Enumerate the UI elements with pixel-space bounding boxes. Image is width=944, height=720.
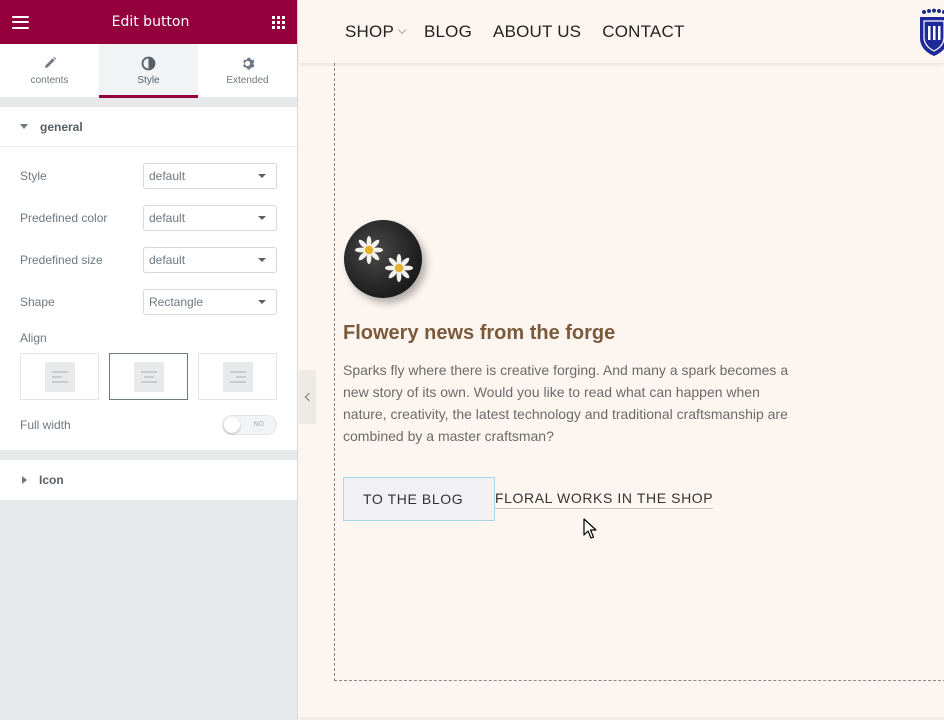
dropdown-arrow-icon bbox=[258, 216, 266, 220]
align-left-button[interactable] bbox=[20, 353, 99, 400]
section-title: Icon bbox=[39, 473, 64, 487]
tab-label: contents bbox=[30, 75, 69, 86]
align-right-button[interactable] bbox=[198, 353, 277, 400]
select-value: Rectangle bbox=[149, 295, 204, 309]
icon-section: Icon bbox=[0, 460, 297, 500]
control-style: Style default bbox=[0, 155, 297, 197]
chevron-down-icon bbox=[397, 25, 407, 34]
panel-tabs: contents Style Extended bbox=[0, 44, 297, 98]
nav-label: CONTACT bbox=[602, 21, 685, 41]
mouse-cursor-icon bbox=[583, 518, 597, 539]
site-header: SHOP BLOG ABOUT US CONTACT bbox=[299, 0, 944, 63]
align-center-icon bbox=[133, 361, 164, 392]
dropdown-arrow-icon bbox=[258, 258, 266, 262]
control-label: Style bbox=[20, 169, 47, 183]
shape-select[interactable]: Rectangle bbox=[143, 289, 277, 315]
tab-contents[interactable]: contents bbox=[0, 44, 99, 97]
align-left-icon bbox=[44, 361, 75, 392]
hamburger-menu-icon[interactable] bbox=[12, 15, 29, 29]
nav-shop[interactable]: SHOP bbox=[345, 21, 407, 42]
control-label: Shape bbox=[20, 295, 55, 309]
toggle-knob bbox=[224, 417, 240, 433]
post-title: Flowery news from the forge bbox=[343, 322, 616, 344]
align-options bbox=[0, 347, 297, 400]
nav-about-us[interactable]: ABOUT US bbox=[493, 22, 581, 42]
daisy-flowers-icon bbox=[355, 236, 413, 282]
panel-header: Edit button bbox=[0, 0, 297, 44]
tab-label: Style bbox=[137, 75, 160, 86]
general-section-toggle[interactable]: general bbox=[0, 107, 297, 147]
select-value: default bbox=[149, 253, 186, 267]
dropdown-arrow-icon bbox=[258, 174, 266, 178]
section-title: general bbox=[40, 119, 83, 134]
nav-blog[interactable]: BLOG bbox=[424, 22, 472, 42]
button-label: FLORAL WORKS IN THE SHOP bbox=[495, 490, 714, 506]
toggle-state-text: NO bbox=[253, 421, 265, 428]
control-label: Predefined size bbox=[20, 253, 103, 267]
caret-right-icon bbox=[22, 476, 27, 484]
chevron-left-icon bbox=[304, 392, 314, 402]
select-value: default bbox=[149, 169, 186, 183]
control-predefined-color: Predefined color default bbox=[0, 197, 297, 239]
nav-label: BLOG bbox=[423, 21, 473, 41]
page-preview: SHOP BLOG ABOUT US CONTACT Flowery news … bbox=[299, 0, 944, 720]
predefined-color-select[interactable]: default bbox=[143, 205, 277, 231]
panel-title: Edit button bbox=[111, 14, 190, 30]
nav-contact[interactable]: CONTACT bbox=[602, 22, 684, 42]
align-label: Align bbox=[20, 331, 47, 345]
control-shape: Shape Rectangle bbox=[0, 281, 297, 323]
nav-label: ABOUT US bbox=[493, 21, 582, 41]
full-width-toggle[interactable]: NO bbox=[222, 415, 277, 435]
collapse-panel-tab[interactable] bbox=[299, 370, 316, 424]
control-label: Predefined color bbox=[20, 211, 108, 225]
control-label: Full width bbox=[20, 418, 71, 432]
control-full-width: Full width NO bbox=[0, 400, 297, 450]
pencil-icon bbox=[43, 55, 57, 71]
editor-panel: Edit button contents Style Extended gene… bbox=[0, 0, 298, 720]
caret-down-icon bbox=[20, 124, 28, 129]
button-label: TO THE BLOG bbox=[363, 491, 464, 507]
gear-icon bbox=[240, 55, 255, 71]
align-right-icon bbox=[222, 361, 253, 392]
style-select[interactable]: default bbox=[143, 163, 277, 189]
tab-label: Extended bbox=[226, 75, 269, 86]
half-circle-icon bbox=[141, 55, 156, 71]
select-value: default bbox=[149, 211, 186, 225]
floral-works-shop-button[interactable]: FLORAL WORKS IN THE SHOP bbox=[495, 490, 714, 509]
crest-logo[interactable] bbox=[918, 8, 944, 58]
predefined-size-select[interactable]: default bbox=[143, 247, 277, 273]
to-the-blog-button[interactable]: TO THE BLOG bbox=[343, 477, 495, 521]
align-center-button[interactable] bbox=[109, 353, 188, 400]
tab-style[interactable]: Style bbox=[99, 44, 198, 98]
icon-section-toggle[interactable]: Icon bbox=[0, 460, 297, 500]
dropdown-arrow-icon bbox=[258, 300, 266, 304]
nav-label: SHOP bbox=[345, 21, 394, 41]
widgets-grid-icon[interactable] bbox=[272, 15, 285, 29]
daisy-image bbox=[344, 220, 422, 298]
post-body: Sparks fly where there is creative forgi… bbox=[343, 362, 789, 444]
tab-extended[interactable]: Extended bbox=[198, 44, 297, 97]
control-predefined-size: Predefined size default bbox=[0, 239, 297, 281]
general-section: general Style default Predefined color d… bbox=[0, 107, 297, 450]
